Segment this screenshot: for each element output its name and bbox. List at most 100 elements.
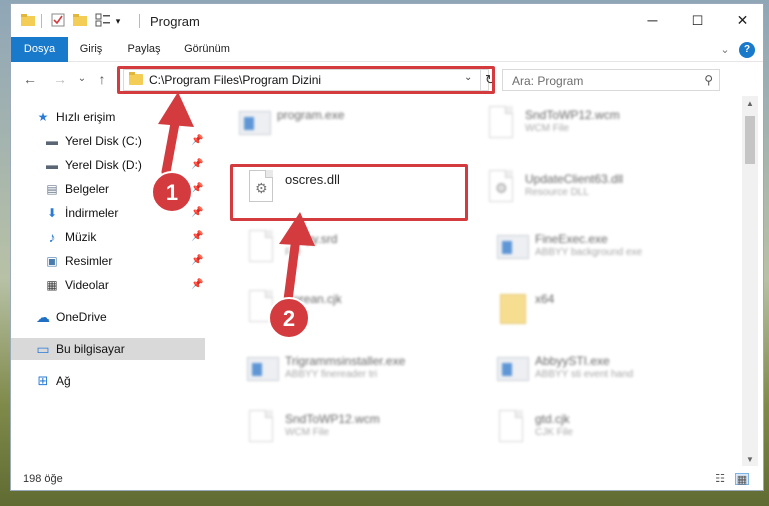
pin-icon[interactable]: 📌 [191, 274, 203, 296]
search-input[interactable]: Ara: Program ⚲ [502, 69, 720, 91]
document-icon [245, 410, 275, 448]
sidebar-item-label: Hızlı erişim [56, 110, 116, 124]
details-view-icon[interactable]: ☷ [713, 473, 727, 485]
drive-icon: ▬ [46, 158, 58, 172]
sidebar-item-label: Resimler [65, 254, 113, 268]
view-layout-icon[interactable] [95, 13, 111, 29]
tab-view[interactable]: Görünüm [179, 37, 235, 62]
list-item[interactable]: AbbyySTI.exe ABBYY sti event hand [489, 344, 729, 402]
up-button[interactable]: ↑ [93, 69, 111, 89]
sidebar-item-onedrive[interactable]: ☁ OneDrive [11, 306, 205, 328]
close-button[interactable]: ✕ [720, 4, 763, 37]
pin-icon[interactable]: 📌 [191, 178, 203, 200]
pin-icon[interactable]: 📌 [191, 130, 203, 152]
sidebar-item-label: Videolar [65, 278, 109, 292]
new-folder-icon[interactable] [73, 13, 87, 29]
list-item[interactable]: SndToWP12.wcm WCM File [239, 402, 479, 460]
sidebar-item-label: Müzik [65, 230, 97, 244]
pin-icon[interactable]: 📌 [191, 154, 203, 176]
application-icon [245, 352, 279, 390]
properties-icon[interactable] [51, 13, 65, 29]
customize-dropdown-icon[interactable]: ▾ [113, 13, 123, 29]
network-icon: ⊞ [37, 373, 49, 388]
sidebar-item-documents[interactable]: ▤ Belgeler 📌 [11, 178, 205, 200]
video-icon: ▦ [46, 278, 58, 292]
drive-icon: ▬ [46, 134, 58, 148]
list-item[interactable]: SndToWP12.wcm WCM File [479, 98, 719, 156]
sidebar-item-label: Belgeler [65, 182, 110, 196]
search-placeholder: Ara: Program [512, 74, 584, 88]
list-item[interactable]: gtd.cjk CJK File [489, 402, 729, 460]
toolbar-separator [41, 14, 42, 28]
back-button[interactable]: ← [21, 69, 39, 89]
status-bar: 198 öğe ☷ ▦ [11, 466, 763, 490]
list-item[interactable]: Abbyy.srd File [239, 222, 479, 280]
application-icon [495, 230, 529, 268]
computer-icon: ▭ [36, 341, 50, 357]
sidebar-item-label: OneDrive [56, 310, 107, 324]
tab-home[interactable]: Giriş [73, 37, 109, 62]
list-item[interactable]: Korean.cjk [239, 282, 479, 340]
music-icon: ♪ [48, 229, 56, 245]
pictures-icon: ▣ [46, 254, 58, 268]
application-icon [237, 106, 271, 144]
sidebar-item-videos[interactable]: ▦ Videolar 📌 [11, 274, 205, 296]
maximize-button[interactable]: ☐ [675, 4, 720, 37]
address-highlight-box [117, 66, 495, 94]
dll-gear-icon: ⚙ [485, 170, 515, 208]
document-icon [485, 106, 515, 144]
list-item[interactable]: FineExec.exe ABBYY background exe [489, 222, 729, 280]
sidebar-item-label: Yerel Disk (C:) [65, 134, 142, 148]
item-count: 198 öğe [23, 473, 63, 485]
list-item[interactable]: Trigrammsinstaller.exe ABBYY finereader … [239, 344, 479, 402]
list-item[interactable]: x64 [489, 282, 729, 340]
ribbon-expand-icon[interactable]: ⌄ [717, 42, 733, 58]
sidebar-item-label: Ağ [56, 374, 71, 388]
sidebar-item-downloads[interactable]: ⬇ İndirmeler 📌 [11, 202, 205, 224]
navigation-pane: ★ Hızlı erişim ▬ Yerel Disk (C:) 📌 ▬ Yer… [11, 96, 207, 466]
file-list: program.exe SndToWP12.wcm WCM File ⚙ osc… [213, 96, 741, 466]
document-icon [245, 290, 275, 328]
sidebar-item-label: Yerel Disk (D:) [65, 158, 142, 172]
recent-locations-button[interactable]: ⌄ [73, 69, 91, 89]
list-item[interactable]: ⚙ UpdateClient63.dll Resource DLL [479, 162, 719, 220]
pin-icon[interactable]: 📌 [191, 202, 203, 224]
scroll-up-icon[interactable]: ▲ [742, 96, 758, 112]
file-highlight-box [230, 164, 468, 221]
sidebar-item-disk-d[interactable]: ▬ Yerel Disk (D:) 📌 [11, 154, 205, 176]
explorer-window: ▾ Program ─ ☐ ✕ Dosya Giriş Paylaş Görün… [10, 3, 764, 491]
star-icon: ★ [37, 110, 49, 124]
scroll-thumb[interactable] [745, 116, 755, 164]
title-bar: ▾ Program ─ ☐ ✕ [11, 4, 763, 37]
vertical-scrollbar[interactable]: ▲ ▼ [742, 96, 758, 468]
sidebar-item-network[interactable]: ⊞ Ağ [11, 370, 205, 392]
tab-share[interactable]: Paylaş [122, 37, 166, 62]
sidebar-item-label: Bu bilgisayar [56, 342, 125, 356]
pin-icon[interactable]: 📌 [191, 226, 203, 248]
toolbar-separator [139, 14, 140, 28]
documents-icon: ▤ [46, 182, 58, 196]
large-icons-view-icon[interactable]: ▦ [735, 473, 749, 486]
pin-icon[interactable]: 📌 [191, 250, 203, 272]
document-icon [495, 410, 525, 448]
sidebar-item-pictures[interactable]: ▣ Resimler 📌 [11, 250, 205, 272]
document-icon [245, 230, 275, 268]
help-icon[interactable]: ? [739, 42, 755, 58]
sidebar-item-disk-c[interactable]: ▬ Yerel Disk (C:) 📌 [11, 130, 205, 152]
search-icon[interactable]: ⚲ [704, 73, 713, 87]
cloud-icon: ☁ [36, 309, 50, 325]
minimize-button[interactable]: ─ [630, 4, 675, 37]
folder-icon [21, 13, 35, 29]
ribbon-tabs: Dosya Giriş Paylaş Görünüm ⌄ ? [11, 37, 763, 95]
forward-button[interactable]: → [51, 69, 69, 89]
sidebar-item-this-pc[interactable]: ▭ Bu bilgisayar [11, 338, 205, 360]
list-item[interactable]: program.exe [231, 98, 471, 156]
sidebar-item-label: İndirmeler [65, 206, 119, 220]
sidebar-item-music[interactable]: ♪ Müzik 📌 [11, 226, 205, 248]
sidebar-item-quick-access[interactable]: ★ Hızlı erişim [11, 106, 205, 128]
window-title: Program [150, 14, 200, 29]
application-icon [495, 352, 529, 390]
folder-icon [495, 290, 526, 328]
navigation-bar: ← → ⌄ ↑ C:\Program Files\Program Dizini … [11, 62, 763, 96]
download-icon: ⬇ [46, 206, 58, 220]
